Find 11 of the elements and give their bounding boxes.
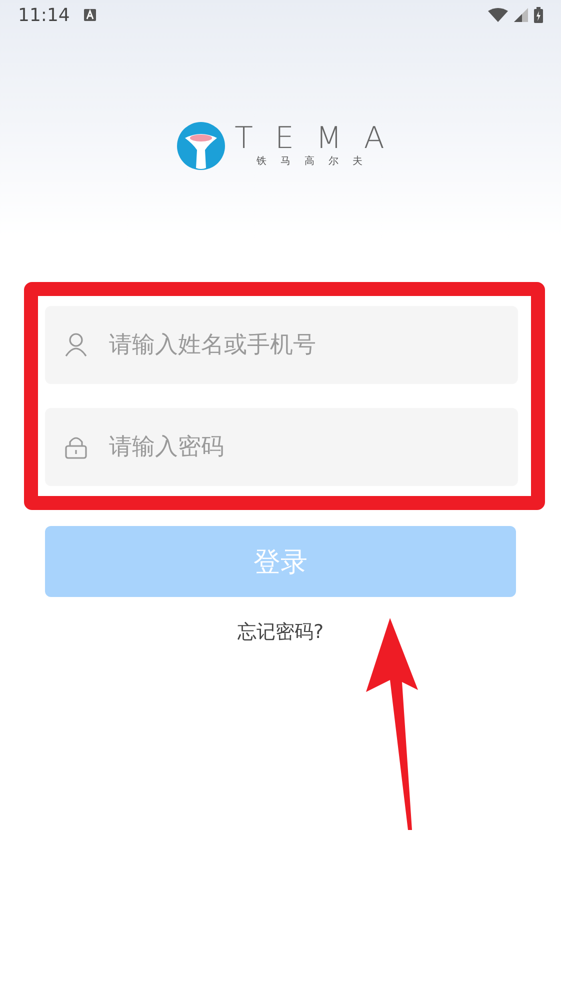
wifi-icon (488, 8, 508, 22)
logo-wordmark: TEMA (234, 124, 406, 154)
username-field[interactable]: 请输入姓名或手机号 (45, 306, 518, 384)
password-field[interactable]: 请输入密码 (45, 408, 518, 486)
status-time: 11:14 (18, 4, 70, 26)
notification-icon (84, 9, 96, 21)
goblet-logo-icon (176, 122, 225, 170)
logo-subtitle: 铁马高尔夫 (256, 154, 376, 168)
forgot-password-link[interactable]: 忘记密码? (237, 619, 324, 645)
signal-icon (514, 8, 528, 22)
battery-icon (534, 7, 543, 23)
